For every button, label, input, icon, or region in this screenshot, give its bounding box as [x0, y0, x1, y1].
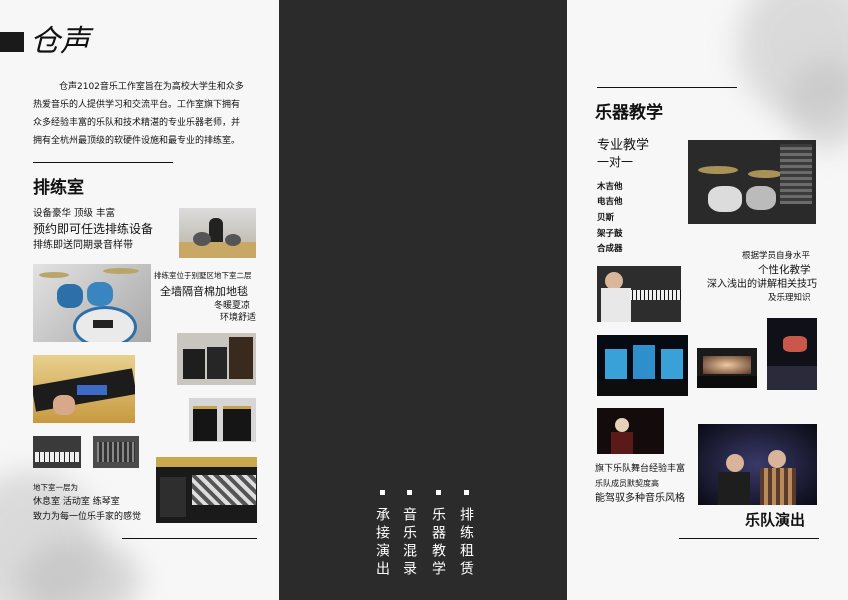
service-column: 乐器教学	[429, 490, 447, 579]
service-label: 音乐混录	[401, 507, 417, 579]
instrument-item: 架子鼓	[597, 229, 623, 239]
environment-text: 环境舒适	[220, 313, 257, 323]
right-panel: 乐器教学 专业教学 一对一 木吉他 电吉他 贝斯 架子鼓 合成器 根据学员自身水…	[567, 0, 848, 600]
studio-room-photo	[156, 457, 257, 523]
stage-photo	[697, 348, 757, 388]
explain-text: 深入浅出的讲解相关技巧	[707, 279, 817, 290]
band-title: 乐队演出	[745, 511, 806, 529]
divider	[679, 538, 819, 539]
basement-rooms: 休息室 活动室 练琴室	[33, 497, 120, 507]
guitarist-photo	[33, 355, 135, 423]
service-column: 排练租赁	[457, 490, 475, 579]
drummer-photo	[179, 208, 256, 258]
instrument-item: 贝斯	[597, 213, 615, 223]
soundproof-text: 全墙隔音棉加地毯	[160, 285, 248, 298]
stage-photo	[597, 335, 688, 396]
band-photo	[698, 424, 817, 505]
stage-photo	[767, 318, 817, 390]
location-text: 排练室位于别墅区地下室二层	[154, 271, 252, 280]
concert-photo	[597, 408, 664, 454]
instrument-item: 电吉他	[597, 197, 623, 207]
divider	[122, 538, 257, 539]
band-stage-text: 旗下乐队舞台经验丰富	[595, 464, 686, 474]
service-column: 音乐混录	[400, 490, 418, 579]
logo-marker	[0, 32, 24, 52]
service-label: 承接演出	[374, 507, 390, 579]
intro-line: 拥有全杭州最顶级的软硬件设施和最专业的排练室。	[33, 136, 241, 146]
logo: 仓声	[30, 24, 90, 59]
instrument-item: 木吉他	[597, 182, 623, 192]
keyboard-lesson-photo	[597, 266, 681, 322]
divider	[597, 87, 737, 88]
divider	[33, 162, 173, 163]
keyboard-photo	[33, 436, 81, 468]
intro-line: 众多经验丰富的乐队和技术精湛的专业乐器老师，并	[33, 118, 241, 128]
bullet-square	[435, 490, 441, 495]
feature-text: 设备豪华 顶级 丰富	[33, 208, 116, 219]
service-label: 乐器教学	[430, 507, 446, 579]
personal-teaching: 个性化教学	[758, 264, 811, 276]
band-styles-text: 能驾驭多种音乐风格	[595, 493, 685, 504]
intro-line: 仓声2102音乐工作室旨在为高校大学生和众多	[59, 82, 244, 92]
intro-line: 热爱音乐的人提供学习和交流平台。工作室旗下拥有	[33, 100, 241, 110]
service-label: 排练租赁	[458, 507, 474, 579]
amplifiers-photo	[177, 333, 256, 385]
instrument-item: 合成器	[597, 244, 623, 254]
level-note: 根据学员自身水平	[742, 251, 811, 261]
marshall-amp-photo	[189, 398, 256, 442]
bullet-square	[406, 490, 412, 495]
bullet-square	[379, 490, 385, 495]
drum-lesson-photo	[688, 140, 816, 224]
section-title: 乐器教学	[595, 103, 663, 123]
middle-panel: 承接演出 音乐混录 乐器教学 排练租赁	[279, 0, 567, 600]
bullet-square	[463, 490, 469, 495]
mixer-photo	[93, 436, 139, 468]
band-members-text: 乐队成员默契度高	[595, 479, 659, 488]
climate-text: 冬暖夏凉	[214, 301, 251, 311]
section-title: 排练室	[33, 178, 84, 198]
theory-text: 及乐理知识	[768, 293, 811, 303]
service-column: 承接演出	[373, 490, 391, 579]
one-on-one: 一对一	[597, 155, 634, 169]
pro-teaching: 专业教学	[597, 138, 650, 153]
feature-text: 排练即送同期录音样带	[33, 240, 133, 251]
basement-title: 地下室一层为	[33, 483, 78, 492]
feature-text: 预约即可任选排练设备	[33, 222, 154, 236]
basement-slogan: 致力为每一位乐手家的感觉	[33, 512, 142, 522]
left-panel: 仓声 仓声2102音乐工作室旨在为高校大学生和众多 热爱音乐的人提供学习和交流平…	[0, 0, 279, 600]
drum-kit-photo	[33, 264, 151, 342]
